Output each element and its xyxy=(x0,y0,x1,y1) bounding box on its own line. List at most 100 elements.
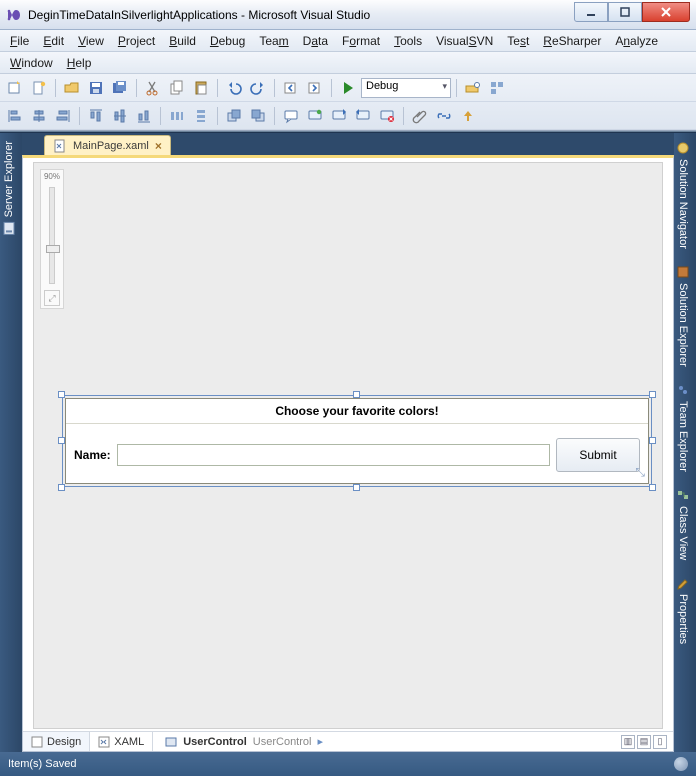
menu-help[interactable]: Help xyxy=(61,54,98,72)
order-front-button[interactable] xyxy=(247,105,269,127)
comment-prev-button[interactable] xyxy=(352,105,374,127)
minimize-button[interactable] xyxy=(574,2,608,22)
toolbar-row-1: Debug xyxy=(0,74,696,102)
server-explorer-label: Server Explorer xyxy=(3,141,15,217)
resize-grip[interactable] xyxy=(674,757,688,771)
doc-tabs: MainPage.xaml × xyxy=(22,133,674,155)
class-view-label: Class View xyxy=(677,506,689,560)
menu-team[interactable]: Team xyxy=(253,32,294,50)
split-v-button[interactable]: ▤ xyxy=(637,735,651,749)
align-top-button[interactable] xyxy=(85,105,107,127)
menu-format[interactable]: Format xyxy=(336,32,386,50)
selected-element[interactable]: Choose your favorite colors! Name: Submi… xyxy=(62,395,652,487)
zoom-fit-button[interactable]: ⤢ xyxy=(44,290,60,306)
config-combo[interactable]: Debug xyxy=(361,78,451,98)
zoom-percent: 90% xyxy=(44,172,60,181)
save-all-button[interactable] xyxy=(109,77,131,99)
close-button[interactable] xyxy=(642,2,690,22)
dist-v-button[interactable] xyxy=(190,105,212,127)
menu-analyze[interactable]: Analyze xyxy=(609,32,664,50)
titlebar: DeginTimeDataInSilverlightApplications -… xyxy=(0,0,696,30)
design-tab[interactable]: Design xyxy=(23,732,90,751)
menu-data[interactable]: Data xyxy=(297,32,334,50)
menu-edit[interactable]: Edit xyxy=(37,32,70,50)
zoom-slider[interactable]: 90% ⤢ xyxy=(40,169,64,309)
menu-tools[interactable]: Tools xyxy=(388,32,428,50)
copy-button[interactable] xyxy=(166,77,188,99)
maximize-button[interactable] xyxy=(608,2,642,22)
resize-handle[interactable] xyxy=(649,484,656,491)
collapse-pane-button[interactable]: ▯ xyxy=(653,735,667,749)
nav-fwd-button[interactable] xyxy=(304,77,326,99)
resize-handle[interactable] xyxy=(58,484,65,491)
extensions-button[interactable] xyxy=(486,77,508,99)
close-tab-icon[interactable]: × xyxy=(155,139,162,153)
design-surface[interactable]: 90% ⤢ Choose your favorite colors! Name: xyxy=(33,162,663,729)
menu-test[interactable]: Test xyxy=(501,32,535,50)
solution-navigator-tab[interactable]: Solution Navigator xyxy=(674,133,692,257)
class-view-tab[interactable]: Class View xyxy=(674,480,692,568)
submit-button[interactable]: Submit xyxy=(556,438,640,472)
find-button[interactable] xyxy=(462,77,484,99)
comment-button[interactable] xyxy=(280,105,302,127)
split-h-button[interactable]: ▥ xyxy=(621,735,635,749)
status-text: Item(s) Saved xyxy=(8,758,76,770)
solution-navigator-label: Solution Navigator xyxy=(677,159,689,249)
menu-window[interactable]: Window xyxy=(4,54,59,72)
menu-visualsvn[interactable]: VisualSVN xyxy=(430,32,499,50)
resize-handle[interactable] xyxy=(649,437,656,444)
xaml-tab[interactable]: XAML xyxy=(90,732,153,751)
menu-debug[interactable]: Debug xyxy=(204,32,251,50)
comment-add-button[interactable] xyxy=(304,105,326,127)
resize-handle[interactable] xyxy=(58,391,65,398)
open-button[interactable] xyxy=(61,77,83,99)
editor-canvas: 90% ⤢ Choose your favorite colors! Name: xyxy=(22,155,674,752)
start-debug-button[interactable] xyxy=(337,77,359,99)
server-explorer-tab[interactable]: Server Explorer xyxy=(0,133,18,243)
zoom-thumb[interactable] xyxy=(46,245,60,253)
resize-handle[interactable] xyxy=(649,391,656,398)
menu-view[interactable]: View xyxy=(72,32,110,50)
comment-next-button[interactable] xyxy=(328,105,350,127)
doc-tab-mainpage[interactable]: MainPage.xaml × xyxy=(44,135,171,155)
properties-tab[interactable]: Properties xyxy=(674,568,692,652)
order-back-button[interactable] xyxy=(223,105,245,127)
redo-button[interactable] xyxy=(247,77,269,99)
breadcrumb[interactable]: UserControl UserControl ▸ xyxy=(165,735,323,748)
align-middle-button[interactable] xyxy=(109,105,131,127)
solution-explorer-tab[interactable]: Solution Explorer xyxy=(674,257,692,375)
menu-project[interactable]: Project xyxy=(112,32,161,50)
menu-file[interactable]: File xyxy=(4,32,35,50)
new-project-button[interactable] xyxy=(4,77,26,99)
save-button[interactable] xyxy=(85,77,107,99)
zoom-track[interactable] xyxy=(49,187,55,284)
menu-resharper[interactable]: ReSharper xyxy=(537,32,607,50)
right-rail: Solution Navigator Solution Explorer Tea… xyxy=(674,133,696,752)
menu-build[interactable]: Build xyxy=(163,32,202,50)
dist-h-button[interactable] xyxy=(166,105,188,127)
nav-back-button[interactable] xyxy=(280,77,302,99)
menu-bar-row2: Window Help xyxy=(0,52,696,74)
align-bottom-button[interactable] xyxy=(133,105,155,127)
resize-handle[interactable] xyxy=(353,391,360,398)
attach-button[interactable] xyxy=(409,105,431,127)
comment-delete-button[interactable] xyxy=(376,105,398,127)
name-input[interactable] xyxy=(117,444,550,466)
xaml-icon xyxy=(98,736,110,748)
new-file-button[interactable] xyxy=(28,77,50,99)
resize-handle[interactable] xyxy=(58,437,65,444)
undo-button[interactable] xyxy=(223,77,245,99)
align-right-button[interactable] xyxy=(52,105,74,127)
align-center-button[interactable] xyxy=(28,105,50,127)
chevron-right-icon[interactable]: ▸ xyxy=(317,735,323,748)
team-explorer-tab[interactable]: Team Explorer xyxy=(674,375,692,480)
cut-button[interactable] xyxy=(142,77,164,99)
designer-bottom-bar: Design XAML UserControl UserControl ▸ ▥ … xyxy=(23,731,673,751)
up-button[interactable] xyxy=(457,105,479,127)
link-button[interactable] xyxy=(433,105,455,127)
paste-button[interactable] xyxy=(190,77,212,99)
toolbars: Debug xyxy=(0,74,696,131)
properties-label: Properties xyxy=(677,594,689,644)
form-title: Choose your favorite colors! xyxy=(66,399,648,424)
align-left-button[interactable] xyxy=(4,105,26,127)
